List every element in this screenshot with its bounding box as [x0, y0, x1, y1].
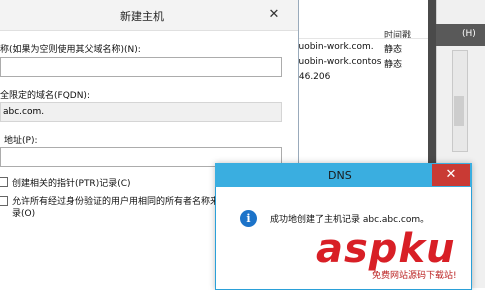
ptr-checkbox[interactable]: [0, 177, 8, 187]
ip-address-label: 地址(P):: [4, 136, 38, 146]
right-panel-header-label: (H): [462, 29, 476, 39]
table-row-status[interactable]: 静态: [384, 42, 402, 55]
name-input[interactable]: [0, 57, 282, 77]
watermark-subtitle: 免费网站源码下载站!: [372, 271, 457, 281]
allow-update-label-line1: 允许所有经过身份验证的用户用相同的所有者名称来: [12, 197, 220, 207]
fqdn-field: abc.com.: [0, 102, 282, 122]
close-icon[interactable]: ✕: [432, 164, 470, 186]
ptr-checkbox-label: 创建相关的指针(PTR)记录(C): [12, 179, 131, 189]
info-icon: i: [240, 210, 257, 227]
table-row-name[interactable]: luobin-work.contos: [296, 57, 381, 67]
table-row-name[interactable]: luobin-work.com.: [296, 42, 374, 52]
dialog-title: 新建主机: [120, 10, 164, 23]
dns-title: DNS: [328, 169, 352, 182]
allow-update-label-line2: 录(O): [12, 209, 36, 219]
dns-message: 成功地创建了主机记录 abc.abc.com。: [270, 215, 430, 225]
allow-update-checkbox[interactable]: [0, 196, 8, 206]
table-row-name[interactable]: .46.206: [296, 72, 330, 82]
close-icon[interactable]: ✕: [262, 6, 286, 24]
scrollbar-thumb[interactable]: [454, 96, 464, 126]
watermark-logo: aspku: [316, 226, 456, 272]
fqdn-value: abc.com.: [3, 107, 45, 117]
right-panel-header[interactable]: (H): [436, 24, 485, 46]
fqdn-label: 全限定的域名(FQDN):: [0, 91, 90, 101]
name-label: 称(如果为空则使用其父域名称)(N):: [0, 45, 141, 55]
column-header-timestamp[interactable]: 时间戳: [384, 28, 411, 41]
table-row-status[interactable]: 静态: [384, 57, 402, 70]
